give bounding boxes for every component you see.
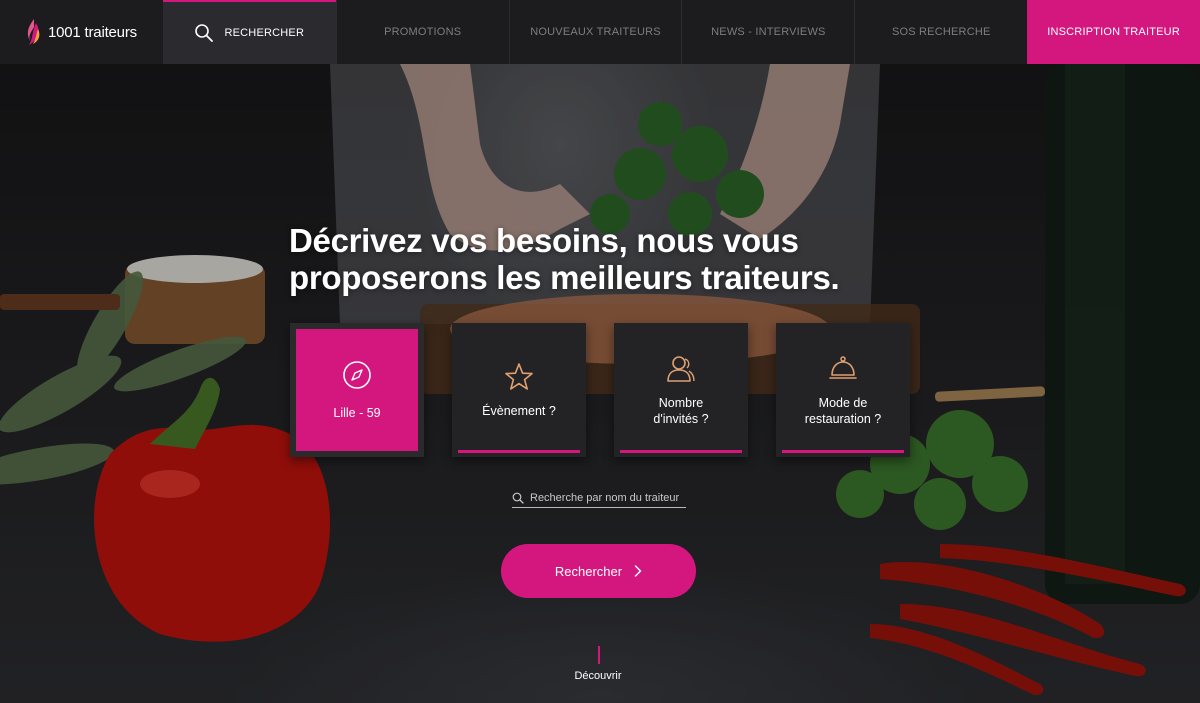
discover-link[interactable]: Découvrir (560, 670, 636, 682)
service-mode-label-line-1: Mode de (818, 396, 868, 410)
caterer-name-input[interactable] (530, 491, 680, 504)
search-button-label: Rechercher (554, 563, 623, 579)
guests-label-line-2: d'invités ? (653, 412, 709, 426)
card-accent-bar (620, 450, 742, 453)
brand-name: 1001 traiteurs (48, 23, 137, 41)
nav-item-nouveaux-traiteurs[interactable]: NOUVEAUX TRAITEURS (508, 0, 682, 64)
hero-headline: Décrivez vos besoins, nous vous proposer… (289, 222, 840, 296)
guests-label-line-1: Nombre (658, 396, 704, 410)
inscription-traiteur-button[interactable]: INSCRIPTION TRAITEUR (1027, 0, 1200, 64)
nav-search-label: RECHERCHER (224, 27, 305, 39)
service-mode-label-line-2: restauration ? (804, 412, 882, 426)
search-icon (195, 24, 214, 42)
nav-item-news-interviews[interactable]: NEWS - INTERVIEWS (681, 0, 854, 64)
compass-icon (343, 361, 371, 389)
guests-icon (667, 356, 695, 382)
search-icon (512, 492, 524, 504)
nav-item-promotions[interactable]: PROMOTIONS (335, 0, 509, 64)
hero-section: Décrivez vos besoins, nous vous proposer… (0, 64, 1200, 703)
star-icon (505, 363, 533, 390)
location-label: Lille - 59 (333, 406, 381, 420)
event-card[interactable]: Évènement ? (452, 323, 586, 457)
card-accent-bar (782, 450, 904, 453)
nav-search-tab[interactable]: RECHERCHER (162, 0, 336, 64)
nav-item-sos-recherche[interactable]: SOS RECHERCHE (854, 0, 1027, 64)
scroll-indicator-line (598, 646, 600, 664)
brand-logo[interactable]: 1001 traiteurs (0, 0, 163, 64)
search-button[interactable]: Rechercher (501, 544, 696, 598)
guests-card[interactable]: Nombre d'invités ? (614, 323, 748, 457)
location-card[interactable]: Lille - 59 (290, 323, 424, 457)
card-accent-bar (458, 450, 580, 453)
headline-line-1: Décrivez vos besoins, nous vous (289, 222, 799, 259)
chevron-right-icon (634, 565, 642, 577)
service-mode-card[interactable]: Mode de restauration ? (776, 323, 910, 457)
caterer-search-field (512, 488, 686, 508)
top-navigation: 1001 traiteurs RECHERCHER PROMOTIONS NOU… (0, 0, 1200, 64)
flame-logo-icon (27, 19, 40, 45)
cloche-icon (829, 356, 857, 379)
event-label: Évènement ? (482, 404, 556, 418)
criteria-cards: Lille - 59 Évènement ? Nombre d'invités … (290, 323, 910, 457)
headline-line-2: proposerons les meilleurs traiteurs. (289, 259, 840, 296)
